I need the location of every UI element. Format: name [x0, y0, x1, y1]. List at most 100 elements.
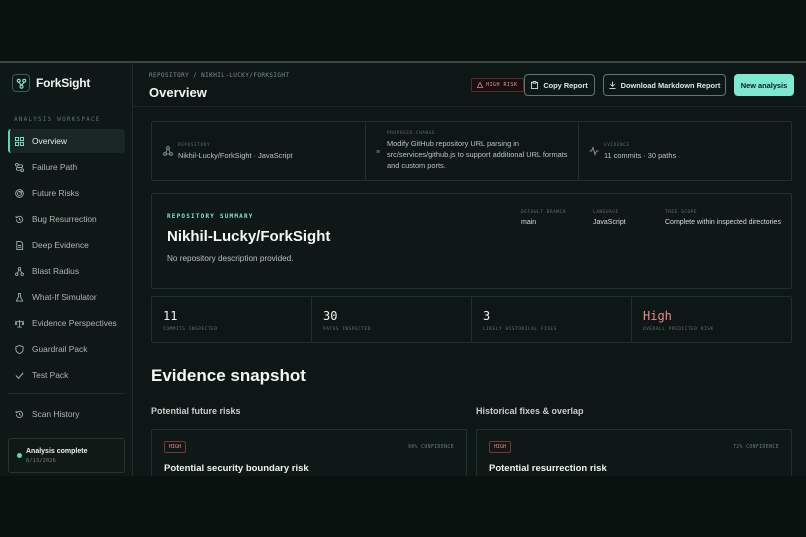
confidence-label: 72% CONFIDENCE	[732, 445, 779, 450]
download-markdown-button[interactable]: Download Markdown Report	[603, 74, 726, 96]
status-title: Analysis complete	[26, 448, 88, 455]
sidebar-item-label: Guardrail Pack	[32, 344, 88, 354]
page-title: Overview	[149, 85, 207, 100]
flask-icon	[15, 292, 24, 302]
historical-fixes-heading: Historical fixes & overlap	[476, 406, 584, 416]
top-backdrop	[0, 0, 806, 62]
default-branch-value: main	[521, 219, 537, 226]
copy-report-label: Copy Report	[543, 80, 588, 90]
risk-badge: HIGH RISK	[471, 78, 524, 92]
sidebar-item-evidence-perspectives[interactable]: Evidence Perspectives	[8, 311, 125, 335]
analysis-status-card: Analysis complete 6/13/2026	[8, 438, 125, 473]
fork-logo-icon	[12, 74, 30, 92]
sidebar-item-overview[interactable]: Overview	[8, 129, 125, 153]
network-icon	[163, 146, 173, 156]
sidebar-item-what-if-simulator[interactable]: What-If Simulator	[8, 285, 125, 309]
language-label: LANGUAGE	[593, 210, 619, 215]
stat-paths: 30 PATHS INSPECTED	[312, 297, 472, 342]
new-analysis-button[interactable]: New analysis	[734, 74, 794, 96]
historical-fix-card[interactable]: HIGH 72% CONFIDENCE Potential resurrecti…	[476, 429, 792, 476]
status-dot-icon	[17, 453, 22, 458]
sidebar-divider	[8, 393, 125, 394]
repository-summary-card: REPOSITORY SUMMARY Nikhil-Lucky/ForkSigh…	[151, 193, 792, 289]
header-divider	[133, 106, 806, 107]
app-name: ForkSight	[36, 76, 91, 90]
proposed-change-label: PROPOSED CHANGE	[387, 131, 436, 136]
repository-label: REPOSITORY	[178, 143, 211, 148]
copy-icon	[531, 81, 539, 89]
copy-report-button[interactable]: Copy Report	[524, 74, 595, 96]
stat-label: PATHS INSPECTED	[323, 327, 372, 332]
evidence-label: EVIDENCE	[604, 143, 630, 148]
history-icon	[15, 215, 24, 223]
stat-value: High	[643, 309, 672, 323]
radar-icon	[15, 188, 24, 198]
download-icon	[609, 81, 616, 89]
sidebar-item-scan-history[interactable]: Scan History	[8, 402, 125, 426]
sidebar-item-label: Scan History	[32, 409, 80, 419]
sidebar-item-bug-resurrection[interactable]: Bug Resurrection	[8, 207, 125, 231]
language-value: JavaScript	[593, 219, 626, 226]
stat-value: 30	[323, 309, 338, 323]
sidebar-item-label: Test Pack	[32, 370, 69, 380]
sidebar-item-label: Failure Path	[32, 162, 78, 172]
stat-label: OVERALL PREDICTED RISK	[643, 327, 714, 332]
context-strip: REPOSITORY Nikhil-Lucky/ForkSight · Java…	[151, 121, 792, 181]
equals-icon: ≡	[376, 149, 381, 156]
check-icon	[15, 371, 24, 379]
stats-strip: 11 COMMITS INSPECTED 30 PATHS INSPECTED …	[151, 296, 792, 343]
sidebar-item-label: Blast Radius	[32, 266, 80, 276]
download-markdown-label: Download Markdown Report	[620, 80, 721, 90]
default-branch-label: DEFAULT BRANCH	[521, 210, 566, 215]
future-risk-card[interactable]: HIGH 90% CONFIDENCE Potential security b…	[151, 429, 467, 476]
new-analysis-label: New analysis	[740, 80, 788, 90]
repository-cell: REPOSITORY Nikhil-Lucky/ForkSight · Java…	[152, 122, 366, 180]
sidebar-item-label: Overview	[32, 136, 67, 146]
file-icon	[16, 240, 24, 250]
future-risks-heading: Potential future risks	[151, 406, 241, 416]
grid-icon	[15, 136, 24, 146]
sidebar: ForkSight ANALYSIS WORKSPACE Overview Fa…	[0, 63, 133, 476]
tree-scope-label: TREE SCOPE	[665, 210, 698, 215]
sidebar-item-label: Bug Resurrection	[32, 214, 97, 224]
severity-badge: HIGH	[164, 441, 187, 453]
sidebar-section-label: ANALYSIS WORKSPACE	[14, 116, 101, 123]
scale-icon	[15, 319, 24, 328]
sidebar-item-label: What-If Simulator	[32, 292, 97, 302]
proposed-change-value: Modify GitHub repository URL parsing in …	[387, 139, 568, 170]
sidebar-item-test-pack[interactable]: Test Pack	[8, 363, 125, 387]
shield-icon	[15, 344, 24, 354]
risk-title: Potential resurrection risk	[489, 463, 607, 474]
stat-predicted-risk: High OVERALL PREDICTED RISK	[632, 297, 791, 342]
stat-label: COMMITS INSPECTED	[163, 327, 218, 332]
network-icon	[15, 266, 24, 276]
breadcrumb: REPOSITORY / NIKHIL-LUCKY/FORKSIGHT	[149, 72, 290, 79]
repository-title: Nikhil-Lucky/ForkSight	[167, 228, 331, 245]
tree-scope-value: Complete within inspected directories	[665, 219, 781, 226]
status-date: 6/13/2026	[26, 458, 56, 464]
risk-title: Potential security boundary risk	[164, 463, 309, 474]
severity-badge: HIGH	[489, 441, 512, 453]
sidebar-item-blast-radius[interactable]: Blast Radius	[8, 259, 125, 283]
stat-value: 11	[163, 309, 178, 323]
sidebar-item-deep-evidence[interactable]: Deep Evidence	[8, 233, 125, 257]
sidebar-item-future-risks[interactable]: Future Risks	[8, 181, 125, 205]
evidence-snapshot-title: Evidence snapshot	[151, 366, 306, 385]
sidebar-item-failure-path[interactable]: Failure Path	[8, 155, 125, 179]
risk-badge-label: HIGH RISK	[486, 82, 518, 88]
proposed-change-cell: ≡ PROPOSED CHANGE Modify GitHub reposito…	[366, 122, 579, 180]
evidence-value: 11 commits · 30 paths	[604, 151, 677, 160]
brand[interactable]: ForkSight	[12, 74, 90, 92]
sidebar-nav: Overview Failure Path Future Risks Bug R…	[8, 129, 125, 428]
history-icon	[15, 410, 24, 418]
stat-commits: 11 COMMITS INSPECTED	[152, 297, 312, 342]
summary-kicker: REPOSITORY SUMMARY	[167, 213, 254, 220]
sidebar-item-guardrail-pack[interactable]: Guardrail Pack	[8, 337, 125, 361]
stat-value: 3	[483, 309, 491, 323]
app-window: ForkSight ANALYSIS WORKSPACE Overview Fa…	[0, 63, 806, 476]
confidence-label: 90% CONFIDENCE	[407, 445, 454, 450]
stat-historical-fixes: 3 LIKELY HISTORICAL FIXES	[472, 297, 632, 342]
repository-value: Nikhil-Lucky/ForkSight · JavaScript	[178, 151, 293, 160]
activity-icon	[589, 146, 599, 156]
stat-label: LIKELY HISTORICAL FIXES	[483, 327, 557, 332]
